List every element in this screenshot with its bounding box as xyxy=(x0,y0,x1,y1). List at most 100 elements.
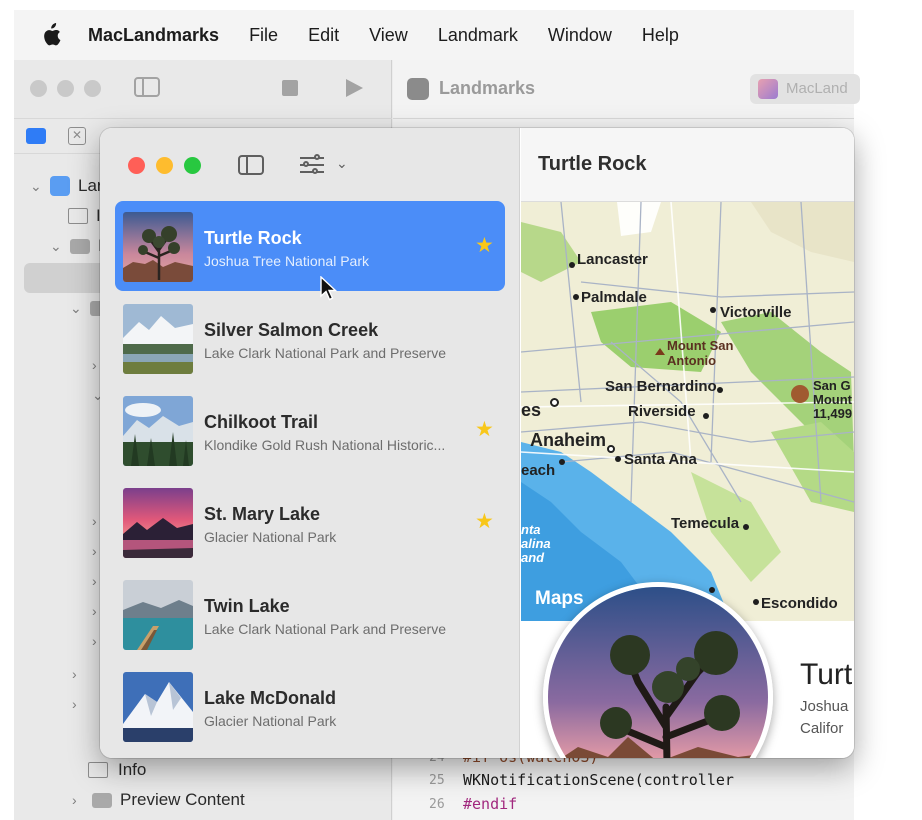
menu-help[interactable]: Help xyxy=(642,25,679,46)
city-marker-icon xyxy=(550,398,559,407)
tree-label: Info xyxy=(118,760,147,779)
zoom-button[interactable] xyxy=(184,157,201,174)
run-icon[interactable] xyxy=(346,79,363,97)
landmark-row-silver-salmon-creek[interactable]: Silver Salmon Creek Lake Clark National … xyxy=(115,293,505,383)
menu-bar: MacLandmarks File Edit View Landmark Win… xyxy=(14,10,854,60)
map-label: alina xyxy=(521,536,551,551)
landmark-row-lake-mcdonald[interactable]: Lake McDonald Glacier National Park xyxy=(115,661,505,751)
map-label: Temecula xyxy=(671,515,740,532)
silver-salmon-creek-thumbnail xyxy=(123,304,193,374)
xcode-zoom-button[interactable] xyxy=(84,80,101,97)
chevron-down-icon[interactable]: ⌄ xyxy=(30,178,44,195)
landmark-row-chilkoot-trail[interactable]: Chilkoot Trail Klondike Gold Rush Nation… xyxy=(115,385,505,475)
chevron-right-icon[interactable]: › xyxy=(72,696,86,712)
source-control-navigator-icon[interactable]: ✕ xyxy=(68,127,86,145)
city-marker-icon xyxy=(573,294,579,300)
city-marker-icon xyxy=(753,599,759,605)
close-button[interactable] xyxy=(128,157,145,174)
scheme-app-icon xyxy=(758,79,778,99)
detail-park-name: Joshua xyxy=(800,698,849,715)
project-icon xyxy=(50,176,70,196)
folder-icon xyxy=(70,238,90,254)
map-view[interactable]: Lancaster Palmdale Victorville Mount San… xyxy=(521,202,854,621)
sidebar-toggle-icon[interactable] xyxy=(238,155,264,175)
city-marker-icon xyxy=(710,307,716,313)
chevron-down-icon[interactable]: ⌄ xyxy=(50,238,64,255)
landmark-name: Chilkoot Trail xyxy=(204,412,319,432)
favorite-star-icon: ★ xyxy=(475,510,494,533)
tree-row-preview-content[interactable]: › Preview Content xyxy=(72,785,245,815)
folder-icon xyxy=(92,792,112,808)
city-marker-icon xyxy=(709,587,715,593)
landmark-row-twin-lake[interactable]: Twin Lake Lake Clark National Park and P… xyxy=(115,569,505,659)
landmark-name: St. Mary Lake xyxy=(204,504,321,524)
menu-window[interactable]: Window xyxy=(548,25,612,46)
landmarks-window: ⌄ Turtle Rock Joshua Tree National Park … xyxy=(100,128,854,758)
project-navigator-icon[interactable] xyxy=(26,128,46,144)
line-number: 25 xyxy=(429,773,445,788)
mouse-pointer-icon xyxy=(320,276,338,301)
landmark-name: Turtle Rock xyxy=(204,228,302,248)
menu-edit[interactable]: Edit xyxy=(308,25,339,46)
map-label: and xyxy=(521,550,545,565)
twin-lake-thumbnail xyxy=(123,580,193,650)
landmark-detail: Turtle Rock Lancaster Palmdale Victorvil… xyxy=(521,128,854,758)
editor-project-title: Landmarks xyxy=(439,78,536,98)
line-number: 26 xyxy=(429,797,445,812)
map-label: nta xyxy=(521,522,541,537)
code-line[interactable]: #endif xyxy=(463,795,517,813)
tree-row-doc[interactable]: I xyxy=(68,201,101,231)
tree-row-info[interactable]: Info xyxy=(88,755,146,785)
city-marker-icon xyxy=(615,456,621,462)
map-label: Anaheim xyxy=(530,430,607,450)
detail-toolbar-title: Turtle Rock xyxy=(538,153,647,175)
filter-icon[interactable] xyxy=(300,154,326,176)
landmark-park: Lake Clark National Park and Preserve xyxy=(204,345,447,361)
map-label: 11,499 xyxy=(813,406,853,421)
scheme-selector[interactable]: MacLand xyxy=(750,74,860,104)
chilkoot-trail-thumbnail xyxy=(123,396,193,466)
app-target-icon xyxy=(407,78,429,100)
minimize-button[interactable] xyxy=(156,157,173,174)
maps-logo-text: Maps xyxy=(535,588,584,609)
city-marker-icon xyxy=(559,459,565,465)
map-label: Santa Ana xyxy=(624,451,697,468)
chevron-right-icon[interactable]: › xyxy=(72,666,86,682)
detail-toolbar: Turtle Rock xyxy=(521,128,854,202)
landmark-sidebar: ⌄ Turtle Rock Joshua Tree National Park … xyxy=(100,128,520,758)
scheme-label: MacLand xyxy=(786,80,848,97)
menu-file[interactable]: File xyxy=(249,25,278,46)
apple-menu-icon[interactable] xyxy=(40,23,62,47)
map-label: Riverside xyxy=(628,403,696,420)
code-line[interactable]: WKNotificationScene(controller xyxy=(463,771,734,789)
turtle-rock-thumbnail xyxy=(123,212,193,282)
lake-mcdonald-thumbnail xyxy=(123,672,193,742)
book-icon xyxy=(68,208,88,224)
chevron-right-icon[interactable]: › xyxy=(72,792,86,808)
favorite-star-icon: ★ xyxy=(475,418,494,441)
tree-row-project[interactable]: ⌄ Lar xyxy=(30,171,103,201)
tree-row-folder[interactable]: ⌄ I xyxy=(50,231,103,261)
map-label: Mount xyxy=(813,392,852,407)
map-label: each xyxy=(521,462,556,479)
xcode-close-button[interactable] xyxy=(30,80,47,97)
stop-icon[interactable] xyxy=(282,80,298,96)
landmark-row-turtle-rock[interactable]: Turtle Rock Joshua Tree National Park ★ xyxy=(115,201,505,291)
map-label: es xyxy=(521,400,542,420)
map-label: Palmdale xyxy=(581,289,647,306)
chevron-down-icon[interactable]: ⌄ xyxy=(336,155,348,172)
peak-marker-icon xyxy=(791,385,809,403)
chevron-down-icon[interactable]: ⌄ xyxy=(70,300,84,317)
landmark-row-st-mary-lake[interactable]: St. Mary Lake Glacier National Park ★ xyxy=(115,477,505,567)
landmark-park: Glacier National Park xyxy=(204,713,337,729)
map-label: San G xyxy=(813,378,851,393)
menu-view[interactable]: View xyxy=(369,25,408,46)
xcode-sidebar-toggle-icon[interactable] xyxy=(134,77,160,97)
xcode-minimize-button[interactable] xyxy=(57,80,74,97)
landmark-name: Twin Lake xyxy=(204,596,290,616)
menu-landmark[interactable]: Landmark xyxy=(438,25,518,46)
st-mary-lake-thumbnail xyxy=(123,488,193,558)
city-marker-icon xyxy=(607,445,615,453)
screen: MacLandmarks File Edit View Landmark Win… xyxy=(0,0,922,820)
menu-app-name[interactable]: MacLandmarks xyxy=(88,25,219,46)
